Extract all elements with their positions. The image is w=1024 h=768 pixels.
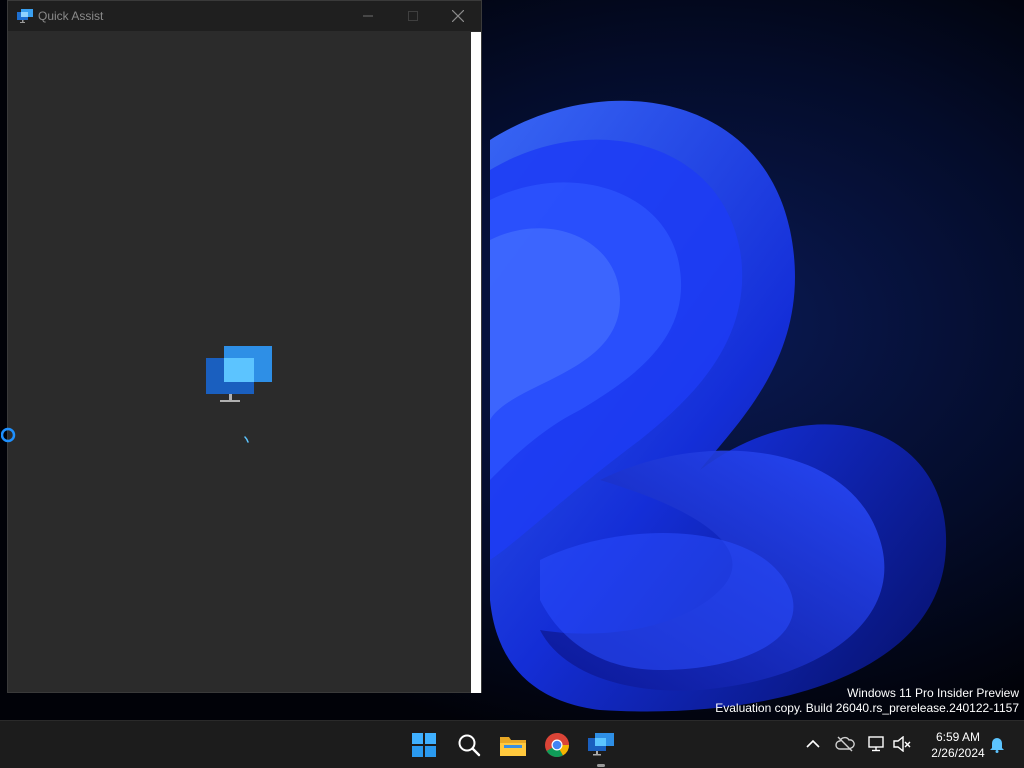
loading-spinner (244, 436, 249, 443)
minimize-button[interactable] (345, 1, 390, 31)
file-explorer-icon (500, 737, 526, 756)
chevron-up-icon (806, 739, 820, 748)
chrome-button[interactable] (539, 728, 575, 762)
notifications-button[interactable] (986, 733, 1008, 755)
running-indicator (597, 764, 605, 767)
minimize-icon (362, 15, 373, 17)
close-icon (451, 10, 464, 22)
busy-cursor-icon (1, 427, 16, 443)
show-hidden-icons-button[interactable] (802, 733, 824, 755)
desktop: Quick Assist Windows 11 Pro Insider Prev… (0, 0, 1024, 720)
window-content (8, 31, 471, 692)
start-button[interactable] (406, 728, 442, 762)
close-button[interactable] (435, 1, 480, 31)
window-title: Quick Assist (38, 9, 104, 23)
quick-assist-window[interactable]: Quick Assist (7, 0, 482, 693)
watermark-line-2: Evaluation copy. Build 26040.rs_prerelea… (715, 701, 1019, 715)
chrome-icon (545, 733, 569, 758)
network-button[interactable] (866, 733, 888, 755)
windows-start-icon (412, 733, 436, 757)
title-bar[interactable]: Quick Assist (8, 1, 481, 31)
maximize-icon (407, 11, 418, 21)
file-explorer-button[interactable] (495, 728, 531, 762)
quick-assist-taskbar-button[interactable] (583, 728, 619, 762)
quick-assist-icon (588, 733, 614, 756)
bell-icon (990, 738, 1004, 753)
onedrive-button[interactable] (834, 733, 856, 755)
volume-muted-icon (893, 736, 911, 752)
quick-assist-icon (17, 9, 33, 23)
taskbar: 6:59 AM 2/26/2024 (0, 720, 1024, 768)
window-edge (471, 32, 481, 693)
volume-button[interactable] (891, 733, 913, 755)
search-button[interactable] (451, 728, 487, 762)
maximize-button[interactable] (390, 1, 435, 31)
network-icon (868, 736, 884, 752)
watermark-line-1: Windows 11 Pro Insider Preview (847, 686, 1019, 700)
search-icon (458, 734, 481, 757)
os-watermark: Windows 11 Pro Insider Preview Evaluatio… (715, 686, 1019, 716)
cloud-off-icon (835, 736, 855, 752)
quick-assist-logo-icon (206, 346, 272, 402)
